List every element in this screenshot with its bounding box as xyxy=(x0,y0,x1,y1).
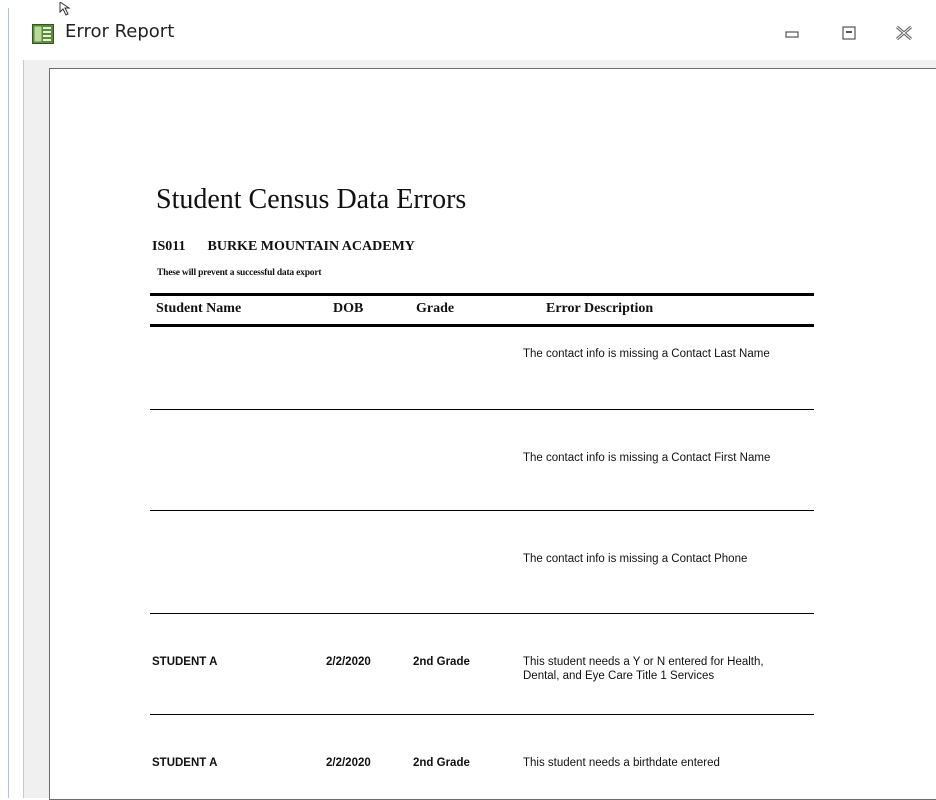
report-viewer[interactable]: Student Census Data Errors IS011 BURKE M… xyxy=(23,60,936,800)
school-line: IS011 BURKE MOUNTAIN ACADEMY xyxy=(152,239,415,255)
error-description-cell: The contact info is missing a Contact La… xyxy=(523,348,770,360)
access-report-icon xyxy=(32,24,54,44)
title-bar[interactable]: Error Report xyxy=(9,2,936,60)
error-description-cell: This student needs a birthdate entered xyxy=(523,757,720,769)
school-name: BURKE MOUNTAIN ACADEMY xyxy=(207,239,415,254)
header-bottom-rule xyxy=(150,324,814,327)
grade-cell: 2nd Grade xyxy=(413,757,470,769)
dob-cell: 2/2/2020 xyxy=(326,656,371,668)
restore-icon xyxy=(842,26,856,40)
error-report-window: Error Report Student Census Data Errors … xyxy=(8,2,936,800)
window-title: Error Report xyxy=(65,21,175,42)
dob-cell: 2/2/2020 xyxy=(326,757,371,769)
student-name-cell: STUDENT A xyxy=(152,757,218,769)
column-header-grade: Grade xyxy=(416,301,455,316)
row-divider xyxy=(150,714,814,715)
student-name-cell: STUDENT A xyxy=(152,656,218,668)
restore-button[interactable] xyxy=(838,22,860,44)
report-page: Student Census Data Errors IS011 BURKE M… xyxy=(49,68,936,800)
school-code: IS011 xyxy=(152,239,186,254)
minimize-icon xyxy=(785,31,799,38)
header-top-rule xyxy=(150,293,814,296)
row-divider xyxy=(150,613,814,614)
error-description-cell: The contact info is missing a Contact Ph… xyxy=(523,553,748,565)
minimize-button[interactable] xyxy=(781,22,803,44)
report-title: Student Census Data Errors xyxy=(156,184,467,215)
error-description-cell: The contact info is missing a Contact Fi… xyxy=(523,452,771,464)
row-divider xyxy=(150,409,814,410)
close-button[interactable] xyxy=(893,22,915,44)
column-header-error-description: Error Description xyxy=(546,301,654,316)
grade-cell: 2nd Grade xyxy=(413,656,470,668)
mouse-cursor-icon xyxy=(59,2,71,16)
close-icon xyxy=(896,25,912,41)
column-header-dob: DOB xyxy=(333,301,364,316)
report-subtitle: These will prevent a successful data exp… xyxy=(157,268,322,278)
column-header-student-name: Student Name xyxy=(156,301,242,316)
row-divider xyxy=(150,510,814,511)
error-description-cell: This student needs a Y or N entered for … xyxy=(523,656,764,682)
